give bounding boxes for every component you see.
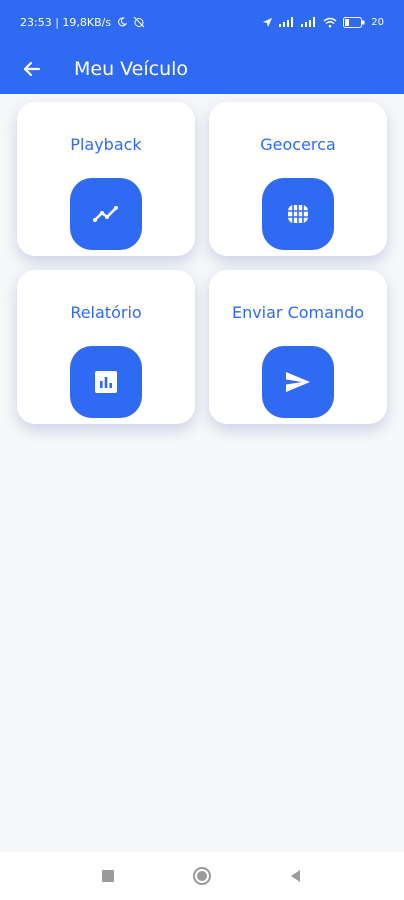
back-button[interactable] <box>18 55 46 83</box>
send-icon <box>286 372 310 392</box>
trending-line-icon <box>93 206 118 222</box>
relatorio-label: Relatório <box>70 303 142 322</box>
menu-grid: Playback Geocerca Relatório Enviar Coman… <box>17 102 387 424</box>
status-left: 23:53 | 19,8KB/s <box>20 16 145 29</box>
relatorio-icon-button[interactable] <box>70 346 142 418</box>
alarm-off-icon <box>133 16 145 28</box>
moon-icon <box>118 17 128 27</box>
battery-percent: 20 <box>371 16 384 28</box>
enviar-comando-label: Enviar Comando <box>231 303 365 322</box>
recent-apps-button[interactable] <box>96 864 120 888</box>
main-content: Playback Geocerca Relatório Enviar Coman… <box>0 94 404 852</box>
status-bar: 23:53 | 19,8KB/s 20 <box>0 0 404 44</box>
playback-label: Playback <box>70 135 142 154</box>
bar-chart-icon <box>95 371 117 393</box>
back-nav-button[interactable] <box>284 864 308 888</box>
geocerca-card[interactable]: Geocerca <box>209 102 387 256</box>
relatorio-card[interactable]: Relatório <box>17 270 195 424</box>
playback-card[interactable]: Playback <box>17 102 195 256</box>
arrow-left-icon <box>23 61 41 77</box>
signal-icon-2 <box>301 17 316 27</box>
status-right: 20 <box>262 16 384 28</box>
geocerca-label: Geocerca <box>260 135 336 154</box>
status-time-speed: 23:53 | 19,8KB/s <box>20 15 112 29</box>
enviar-comando-card[interactable]: Enviar Comando <box>209 270 387 424</box>
playback-icon-button[interactable] <box>70 178 142 250</box>
fence-grid-icon <box>288 205 308 223</box>
app-bar: Meu Veículo <box>0 44 404 94</box>
geocerca-icon-button[interactable] <box>262 178 334 250</box>
recent-apps-icon <box>102 870 114 882</box>
back-triangle-icon <box>291 870 300 882</box>
page-title: Meu Veículo <box>74 58 189 80</box>
system-nav-bar <box>0 852 404 900</box>
home-icon <box>193 867 211 885</box>
home-button[interactable] <box>190 864 214 888</box>
location-arrow-icon <box>263 17 273 27</box>
battery-icon <box>343 16 365 28</box>
wifi-icon <box>323 17 337 27</box>
signal-icon <box>279 17 294 27</box>
enviar-comando-icon-button[interactable] <box>262 346 334 418</box>
